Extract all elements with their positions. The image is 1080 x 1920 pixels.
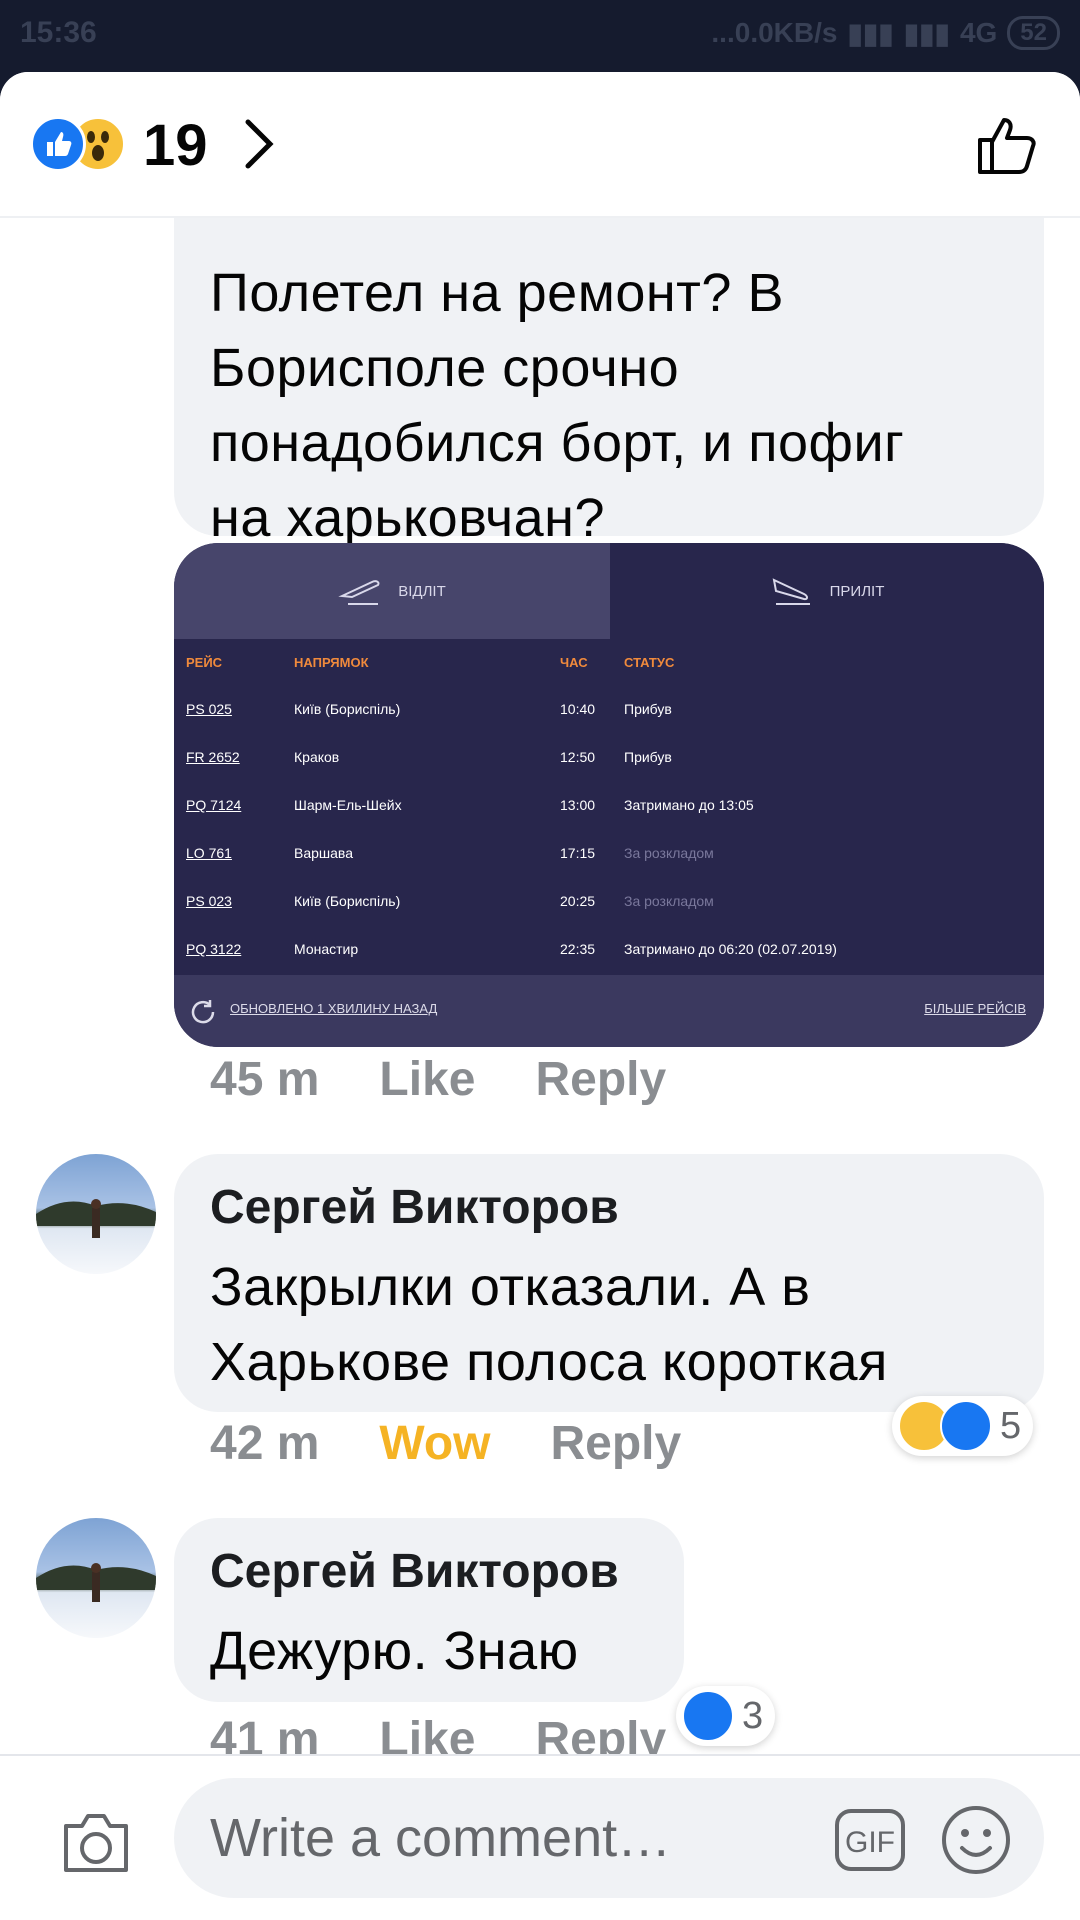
row-direction: Краков	[294, 749, 340, 765]
board-tabs: ВІДЛІТ ПРИЛІТ	[174, 543, 1044, 639]
tab-arrival: ПРИЛІТ	[610, 543, 1044, 639]
chevron-right-icon[interactable]	[240, 116, 280, 172]
header-time: ЧАС	[560, 655, 588, 670]
comment-composer: GIF	[0, 1754, 1080, 1920]
status-bar: 15:36 ...0.0KB/s ▮▮▮ ▮▮▮ 4G 52	[0, 0, 1080, 72]
row-time: 22:35	[560, 941, 596, 957]
comment-text-line: Харькове полоса короткая	[210, 1332, 888, 1392]
row-flight: FR 2652	[186, 749, 240, 765]
row-status: Прибув	[624, 701, 672, 717]
row-status: Затримано до 13:05	[624, 797, 754, 813]
battery-icon: 52	[1007, 16, 1060, 50]
signal-icon-2: ▮▮▮	[903, 17, 950, 49]
like-reaction-icon	[30, 116, 86, 172]
header-status: СТАТУС	[624, 655, 675, 670]
reactions-header: 19	[0, 72, 1080, 218]
comment-bubble-2[interactable]: Сергей Викторов Закрылки отказали. А в Х…	[174, 1154, 1044, 1412]
row-direction: Шарм-Ель-Шейх	[294, 797, 402, 813]
like-reaction-icon	[682, 1690, 734, 1742]
comments-sheet: 19 Полетел на ремонт? В Борисполе срочно…	[0, 72, 1080, 1920]
comment-text-line: Дежурю. Знаю	[210, 1621, 579, 1681]
comment-bubble-1[interactable]: Полетел на ремонт? В Борисполе срочно по…	[174, 172, 1044, 548]
camera-icon[interactable]	[58, 1808, 134, 1878]
like-reaction-icon	[940, 1400, 992, 1452]
row-flight: PS 023	[186, 893, 232, 909]
avatar-photo	[36, 1199, 156, 1238]
tab-departure: ВІДЛІТ	[174, 543, 610, 639]
row-time: 10:40	[560, 701, 596, 717]
emoji-icon[interactable]	[940, 1804, 1012, 1876]
comment-text-line: Борисполе срочно	[210, 338, 680, 398]
reactions-summary[interactable]	[30, 116, 126, 172]
row-time: 17:15	[560, 845, 596, 861]
signal-icon: ▮▮▮	[847, 17, 894, 49]
avatar[interactable]	[36, 1518, 156, 1638]
flight-board-image[interactable]: ВІДЛІТ ПРИЛІТ РЕЙС НАПРЯМОК ЧАС СТАТУС P…	[174, 543, 1044, 1047]
row-status: За розкладом	[624, 893, 714, 909]
row-time: 12:50	[560, 749, 596, 765]
comment-text-line: Закрылки отказали. А в	[210, 1257, 811, 1317]
avatar[interactable]	[36, 1154, 156, 1274]
tab-arrival-label: ПРИЛІТ	[829, 582, 885, 600]
comment-time: 42 m	[210, 1417, 320, 1470]
row-status: Прибув	[624, 749, 672, 765]
gif-label: GIF	[845, 1826, 895, 1859]
reaction-count[interactable]: 19	[143, 112, 208, 179]
more-flights-link: БІЛЬШЕ РЕЙСІВ	[924, 1001, 1026, 1016]
status-indicators: ...0.0KB/s ▮▮▮ ▮▮▮ 4G 52	[711, 16, 1060, 50]
network-speed: ...0.0KB/s	[711, 17, 838, 48]
comment-time: 45 m	[210, 1053, 320, 1106]
row-flight: PQ 3122	[186, 941, 242, 957]
comment-actions-1: 45 m Like Reply	[210, 1052, 666, 1107]
row-direction: Київ (Бориспіль)	[294, 701, 401, 717]
row-direction: Київ (Бориспіль)	[294, 893, 401, 909]
comment-reactions-badge-2[interactable]: 5	[892, 1396, 1034, 1456]
header-direction: НАПРЯМОК	[294, 655, 369, 670]
reactions-count: 5	[1000, 1404, 1022, 1447]
comment-reactions-badge-3[interactable]: 3	[676, 1686, 776, 1746]
comment-author[interactable]: Сергей Викторов	[210, 1178, 619, 1238]
comment-actions-2: 42 m Wow Reply	[210, 1416, 681, 1471]
comment-author[interactable]: Сергей Викторов	[210, 1542, 619, 1602]
row-time: 13:00	[560, 797, 596, 813]
comment-input[interactable]	[174, 1778, 1044, 1898]
status-time: 15:36	[20, 16, 97, 49]
reactions-count: 3	[742, 1694, 764, 1737]
avatar-photo	[36, 1563, 156, 1602]
reply-action[interactable]: Reply	[551, 1416, 682, 1471]
row-time: 20:25	[560, 893, 596, 909]
row-flight: PQ 7124	[186, 797, 242, 813]
like-action[interactable]: Like	[379, 1052, 475, 1107]
row-status: Затримано до 06:20 (02.07.2019)	[624, 941, 837, 957]
network-type: 4G	[959, 17, 998, 48]
row-direction: Монастир	[294, 941, 359, 957]
reply-action[interactable]: Reply	[535, 1052, 666, 1107]
updated-label: ОБНОВЛЕНО 1 ХВИЛИНУ НАЗАД	[230, 1001, 438, 1016]
gif-icon[interactable]: GIF	[834, 1808, 906, 1872]
row-status: За розкладом	[624, 845, 714, 861]
tab-departure-label: ВІДЛІТ	[398, 582, 446, 600]
refresh-icon	[191, 1000, 215, 1024]
row-direction: Варшава	[294, 845, 353, 861]
row-flight: LO 761	[186, 845, 232, 861]
comment-bubble-3[interactable]: Сергей Викторов Дежурю. Знаю	[174, 1518, 684, 1702]
wow-action[interactable]: Wow	[379, 1416, 490, 1471]
plane-landing-icon	[772, 578, 810, 605]
comment-text-line: понадобился борт, и пофиг	[210, 413, 905, 473]
header-flight: РЕЙС	[186, 655, 223, 670]
comment-text-line: Полетел на ремонт? В	[210, 263, 784, 323]
row-flight: PS 025	[186, 701, 232, 717]
board-footer: ОБНОВЛЕНО 1 ХВИЛИНУ НАЗАД БІЛЬШЕ РЕЙСІВ	[174, 975, 1044, 1047]
plane-takeoff-icon	[338, 580, 380, 605]
like-button-icon[interactable]	[974, 110, 1044, 180]
